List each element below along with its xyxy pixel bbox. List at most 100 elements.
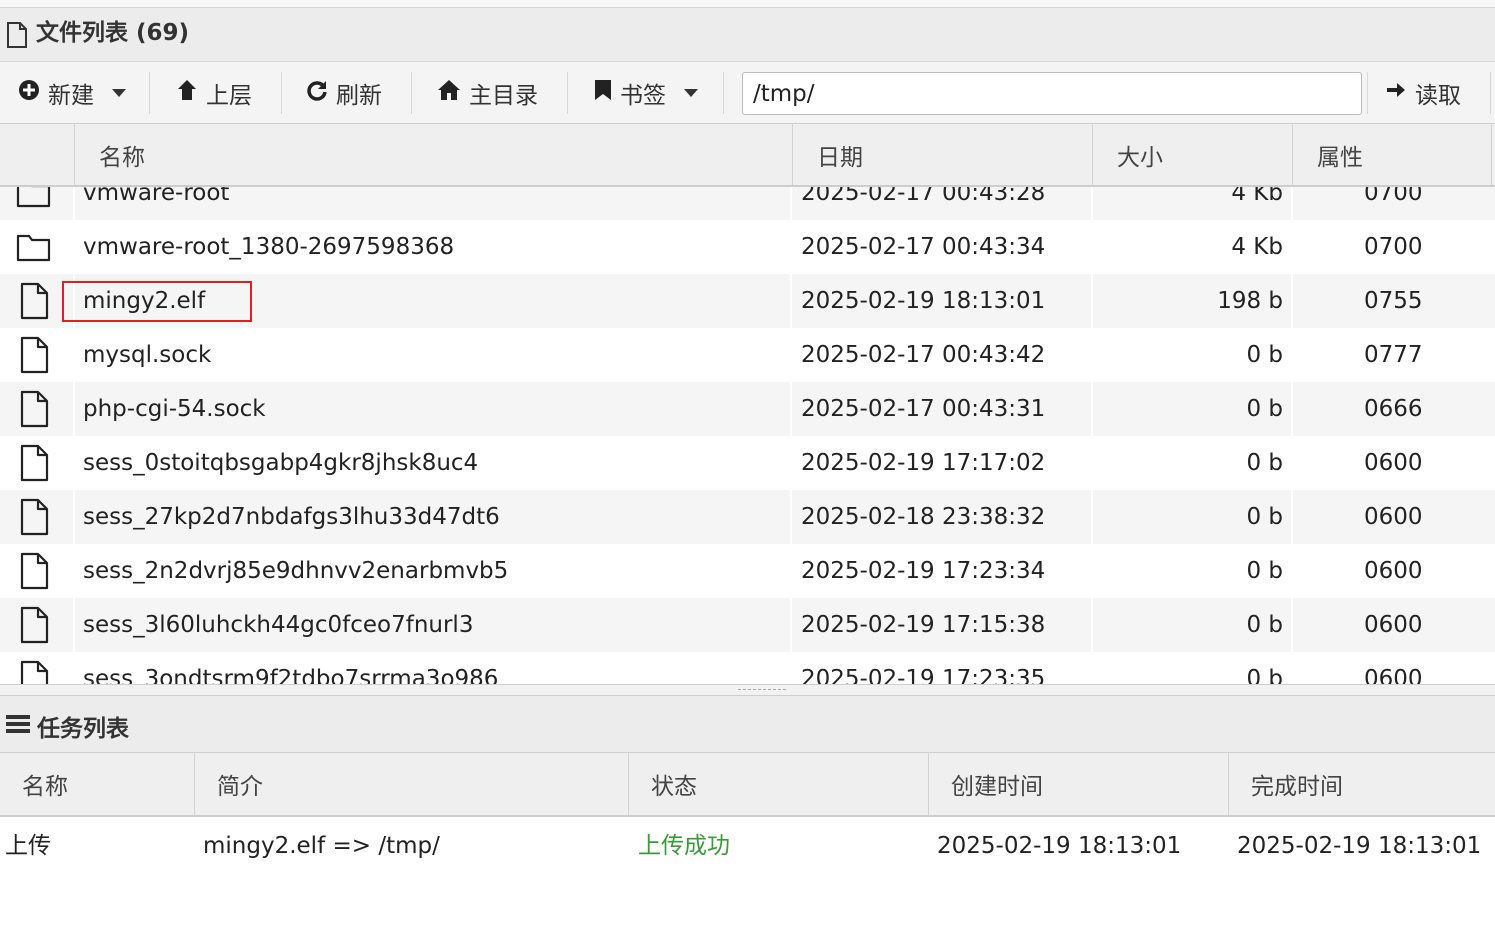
task-column-created[interactable]: 创建时间 (928, 753, 1228, 815)
task-row[interactable]: 上传 mingy2.elf => /tmp/ 上传成功 2025-02-19 1… (0, 817, 1495, 875)
path-input[interactable] (742, 72, 1362, 115)
file-name[interactable]: sess_0stoitqbsgabp4gkr8jhsk8uc4 (83, 436, 478, 490)
bookmark-button[interactable]: 书签 (594, 62, 698, 123)
task-grid-header: 名称 简介 状态 创建时间 完成时间 (0, 753, 1495, 817)
file-icon (16, 390, 52, 428)
file-row[interactable]: sess_27kp2d7nbdafgs3lhu33d47dt6 2025-02-1… (0, 490, 1495, 544)
file-name[interactable]: vmware-root_1380-2697598368 (83, 220, 454, 274)
task-column-status[interactable]: 状态 (628, 753, 928, 815)
column-divider (73, 187, 75, 684)
arrow-right-icon (1385, 79, 1415, 107)
file-name[interactable]: sess_2n2dvrj85e9dhnvv2enarbmvb5 (83, 544, 508, 598)
file-row[interactable]: mysql.sock 2025-02-17 00:43:42 0 b 0777 (0, 328, 1495, 382)
file-date: 2025-02-18 23:38:32 (801, 504, 1046, 530)
bookmark-label: 书签 (620, 82, 666, 109)
column-header-size[interactable]: 大小 (1092, 124, 1292, 185)
list-icon (6, 714, 30, 738)
new-button[interactable]: 新建 (18, 62, 126, 123)
column-header-name[interactable]: 名称 (74, 124, 792, 185)
column-divider (790, 187, 792, 684)
file-perm: 0600 (1364, 558, 1423, 584)
task-column-name[interactable]: 名称 (0, 753, 194, 815)
toolbar-divider (1367, 72, 1368, 114)
task-column-finished[interactable]: 完成时间 (1228, 753, 1495, 815)
folder-icon (16, 187, 52, 212)
file-size: 0 b (1246, 558, 1283, 584)
file-name[interactable]: sess_3l60luhckh44gc0fceo7fnurl3 (83, 598, 473, 652)
file-row[interactable]: sess_0stoitqbsgabp4gkr8jhsk8uc4 2025-02-1… (0, 436, 1495, 490)
file-name[interactable]: vmware-root (83, 187, 229, 220)
file-perm: 0755 (1364, 288, 1423, 314)
file-date: 2025-02-17 00:43:34 (801, 234, 1046, 260)
file-icon (16, 660, 52, 684)
file-perm: 0700 (1364, 234, 1423, 260)
file-size: 0 b (1246, 666, 1283, 684)
file-row[interactable]: php-cgi-54.sock 2025-02-17 00:43:31 0 b 066… (0, 382, 1495, 436)
column-header-perm[interactable]: 属性 (1292, 124, 1492, 185)
toolbar-divider (723, 72, 724, 114)
home-icon (437, 79, 469, 107)
file-date: 2025-02-19 17:23:35 (801, 666, 1046, 684)
task-desc: mingy2.elf => /tmp/ (203, 833, 440, 859)
column-header-label: 大小 (1117, 144, 1163, 171)
file-row[interactable]: sess_3ondtsrm9f2tdbo7srrma3o986 2025-02-1… (0, 652, 1495, 684)
home-button[interactable]: 主目录 (437, 62, 538, 123)
top-strip (0, 0, 1495, 8)
file-panel-header: 文件列表 (69) (0, 8, 1495, 62)
file-date: 2025-02-19 18:13:01 (801, 288, 1046, 314)
plus-circle-icon (18, 79, 48, 107)
toolbar-divider (149, 72, 150, 114)
task-status: 上传成功 (638, 833, 730, 859)
file-row[interactable]: sess_2n2dvrj85e9dhnvv2enarbmvb5 2025-02-1… (0, 544, 1495, 598)
task-column-desc[interactable]: 简介 (194, 753, 628, 815)
file-name[interactable]: sess_27kp2d7nbdafgs3lhu33d47dt6 (83, 490, 500, 544)
file-name[interactable]: sess_3ondtsrm9f2tdbo7srrma3o986 (83, 652, 498, 684)
file-size: 0 b (1246, 612, 1283, 638)
file-perm: 0600 (1364, 450, 1423, 476)
refresh-label: 刷新 (336, 82, 382, 109)
file-name[interactable]: php-cgi-54.sock (83, 382, 266, 436)
file-perm: 0600 (1364, 666, 1423, 684)
file-size: 0 b (1246, 450, 1283, 476)
read-button[interactable]: 读取 (1385, 62, 1461, 123)
file-row[interactable]: vmware-root 2025-02-17 00:43:28 4 Kb 0700 (0, 187, 1495, 220)
refresh-icon (306, 79, 336, 107)
column-header-label: 属性 (1317, 144, 1363, 171)
folder-icon (16, 228, 52, 266)
file-perm: 0777 (1364, 342, 1423, 368)
column-header-label: 名称 (99, 144, 145, 171)
chevron-down-icon (684, 88, 698, 97)
file-perm: 0666 (1364, 396, 1423, 422)
splitter-grip[interactable] (738, 689, 786, 691)
document-icon (6, 22, 28, 52)
chevron-down-icon (112, 88, 126, 97)
file-date: 2025-02-17 00:43:31 (801, 396, 1046, 422)
up-level-button[interactable]: 上层 (176, 62, 252, 123)
toolbar: 新建 上层 刷新 主目录 书签 读取 (0, 62, 1495, 124)
file-name[interactable]: mysql.sock (83, 328, 211, 382)
file-icon (16, 282, 52, 320)
file-row[interactable]: sess_3l60luhckh44gc0fceo7fnurl3 2025-02-1… (0, 598, 1495, 652)
file-icon (16, 552, 52, 590)
column-header-label: 名称 (22, 774, 68, 800)
bookmark-icon (594, 79, 620, 107)
panel-splitter[interactable] (0, 684, 1495, 696)
file-size: 4 Kb (1231, 234, 1283, 260)
file-row[interactable]: vmware-root_1380-2697598368 2025-02-17 00… (0, 220, 1495, 274)
task-created: 2025-02-19 18:13:01 (937, 833, 1182, 859)
task-panel-title: 任务列表 (37, 716, 129, 742)
column-header-date[interactable]: 日期 (792, 124, 1092, 185)
file-grid-header: 名称 日期 大小 属性 (0, 124, 1495, 187)
toolbar-divider (567, 72, 568, 114)
file-date: 2025-02-19 17:15:38 (801, 612, 1046, 638)
refresh-button[interactable]: 刷新 (306, 62, 382, 123)
file-icon (16, 336, 52, 374)
file-size: 0 b (1246, 342, 1283, 368)
file-size: 0 b (1246, 504, 1283, 530)
task-name: 上传 (5, 833, 51, 859)
file-list[interactable]: vmware-root 2025-02-17 00:43:28 4 Kb 0700 vm… (0, 187, 1495, 684)
file-perm: 0700 (1364, 187, 1423, 206)
toolbar-divider (411, 72, 412, 114)
file-date: 2025-02-17 00:43:42 (801, 342, 1046, 368)
column-header-label: 完成时间 (1251, 774, 1343, 800)
